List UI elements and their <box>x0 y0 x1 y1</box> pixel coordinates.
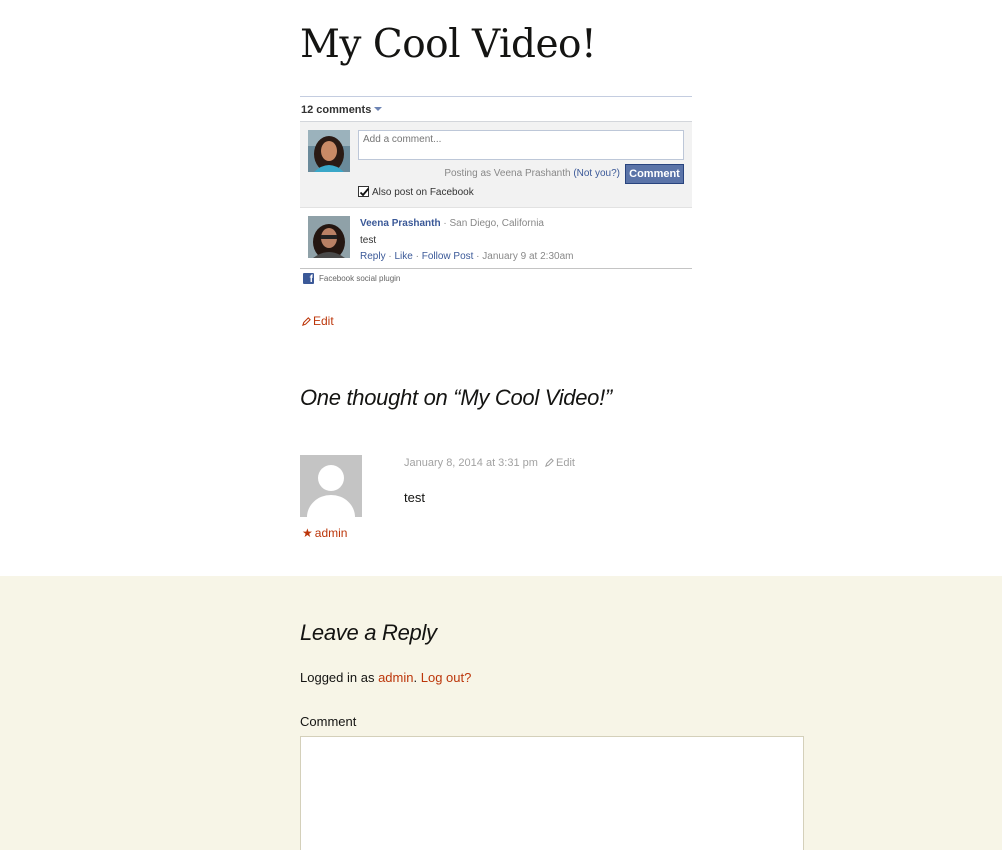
also-post-checkbox[interactable] <box>358 186 370 197</box>
comments-title: One thought on “My Cool Video!” <box>300 385 612 410</box>
social-plugin-footer[interactable]: f Facebook social plugin <box>300 269 692 289</box>
comment-actions: Reply · Like · Follow Post · January 9 a… <box>360 251 574 262</box>
comment-count: 12 comments <box>301 104 372 116</box>
comment-author-avatar <box>300 455 362 517</box>
commenter-name[interactable]: Veena Prashanth <box>360 218 441 229</box>
pencil-icon <box>545 458 554 467</box>
fb-comment-item: Veena Prashanth · San Diego, California … <box>300 208 692 269</box>
logged-in-prefix: Logged in as <box>300 670 375 685</box>
respond-section: Leave a Reply Logged in as admin. Log ou… <box>0 576 1002 850</box>
not-you-link[interactable]: (Not you?) <box>573 168 620 179</box>
comment-count-dropdown[interactable]: 12 comments <box>300 97 692 122</box>
comment-compose-box: Posting as Veena Prashanth (Not you?) Co… <box>300 122 692 208</box>
also-post-option[interactable]: Also post on Facebook <box>358 186 474 198</box>
comment-button[interactable]: Comment <box>625 164 684 184</box>
edit-post-link[interactable]: Edit <box>302 314 334 328</box>
reply-link[interactable]: Reply <box>360 251 386 262</box>
star-icon: ★ <box>302 526 313 540</box>
like-link[interactable]: Like <box>394 251 412 262</box>
comment-author-name: admin <box>314 526 348 540</box>
follow-post-link[interactable]: Follow Post <box>422 251 474 262</box>
comment-edit-link[interactable]: Edit <box>545 457 575 469</box>
checkmark-icon <box>359 187 370 197</box>
user-photo-icon <box>308 130 350 172</box>
comment-date-link[interactable]: January 8, 2014 at 3:31 pm <box>404 457 538 469</box>
facebook-comments-plugin: 12 comments Posting as Veena Prashanth (… <box>300 96 692 289</box>
comment-input[interactable] <box>358 130 684 160</box>
commenter-avatar[interactable] <box>308 216 350 258</box>
pencil-icon <box>302 317 311 326</box>
comment-meta: Veena Prashanth · San Diego, California <box>360 218 544 229</box>
comment-edit-label: Edit <box>556 457 575 469</box>
comment-body: test <box>404 490 425 505</box>
period: . <box>413 670 418 685</box>
comment-author-link[interactable]: ★ admin <box>302 526 347 540</box>
comment-timestamp[interactable]: January 9 at 2:30am <box>482 251 573 262</box>
default-avatar-icon <box>300 455 362 517</box>
posting-as-text: Posting as Veena Prashanth <box>444 168 571 179</box>
post-title: My Cool Video! <box>300 22 597 67</box>
comment-textarea[interactable] <box>300 736 804 850</box>
social-plugin-label: Facebook social plugin <box>319 274 401 283</box>
logout-link[interactable]: Log out? <box>421 670 472 685</box>
facebook-icon: f <box>303 273 314 284</box>
caret-down-icon <box>374 107 383 111</box>
user-avatar <box>308 130 350 172</box>
comment-text: test <box>360 235 377 246</box>
logged-in-as: Logged in as admin. Log out? <box>300 670 471 685</box>
edit-label: Edit <box>313 314 334 328</box>
profile-link[interactable]: admin <box>378 670 413 685</box>
commenter-location: San Diego, California <box>449 218 544 229</box>
posting-as: Posting as Veena Prashanth (Not you?) <box>444 168 620 179</box>
comment-label: Comment <box>300 714 357 729</box>
commenter-photo-icon <box>308 216 350 258</box>
reply-title: Leave a Reply <box>300 620 437 645</box>
also-post-label: Also post on Facebook <box>372 187 474 198</box>
